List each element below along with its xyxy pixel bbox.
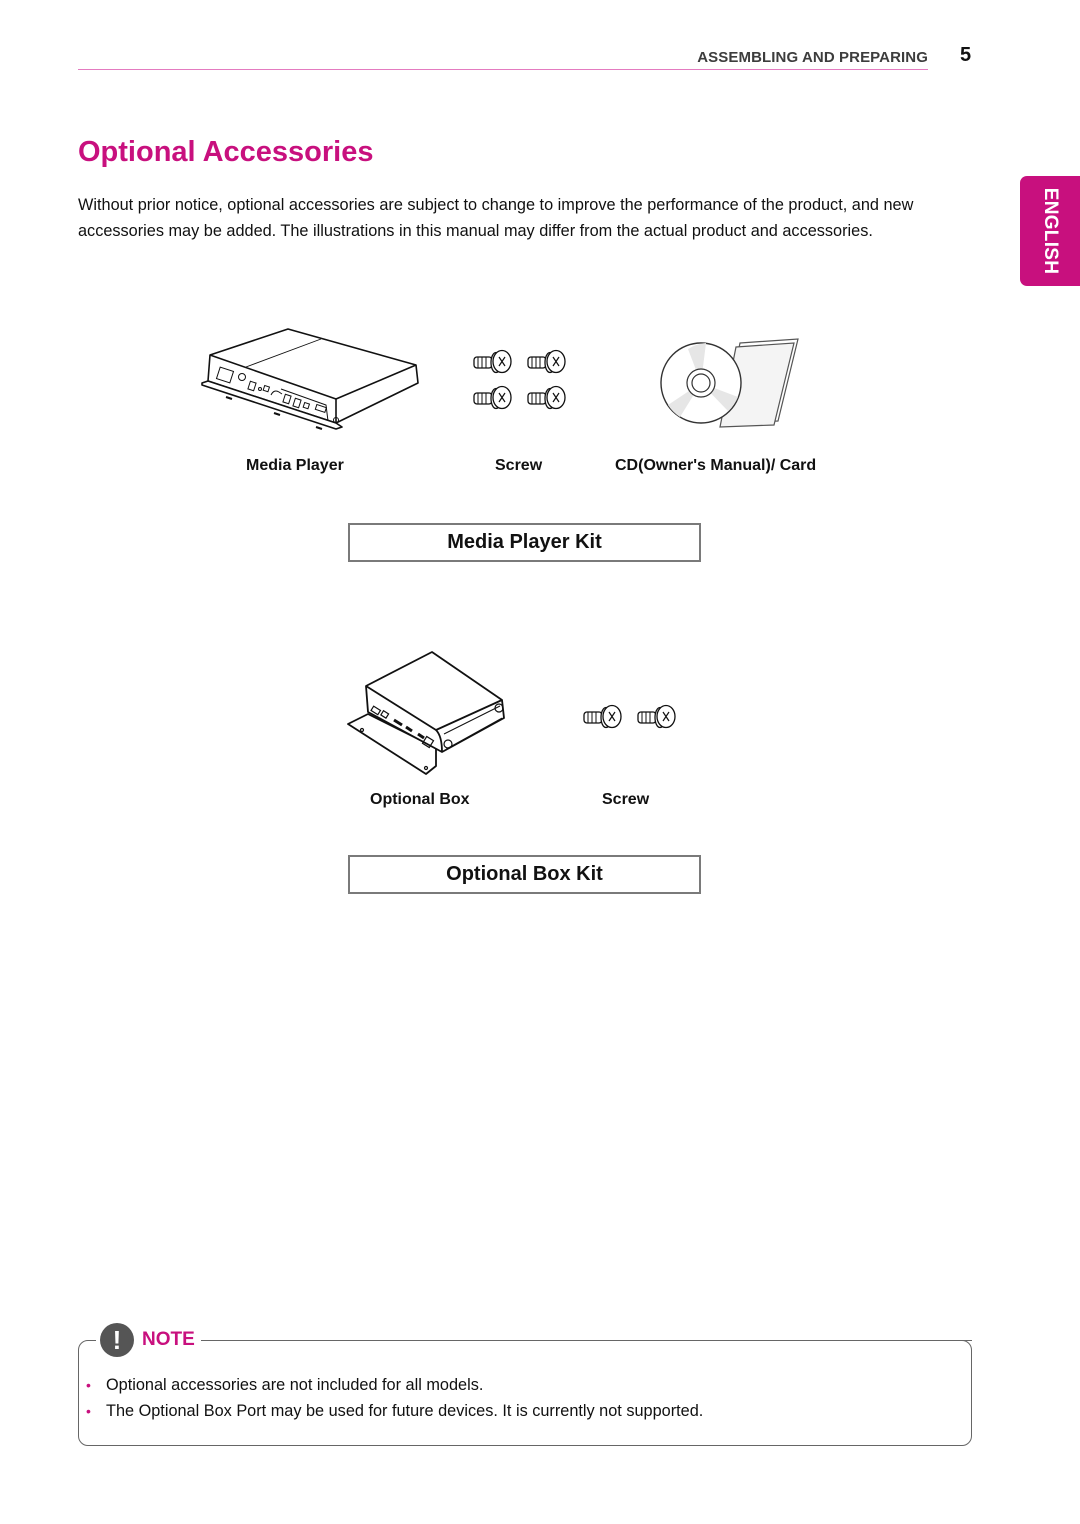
item-label-screw: Screw <box>495 457 543 474</box>
page-title: Optional Accessories <box>78 136 374 168</box>
kit-title-media-player: Media Player Kit <box>348 523 701 562</box>
language-tab: ENGLISH <box>1020 176 1080 286</box>
language-tab-label: ENGLISH <box>1040 187 1061 275</box>
item-label-media-player: Media Player <box>246 457 344 474</box>
kit-title-optional-box: Optional Box Kit <box>348 855 701 894</box>
cd-and-card-illustration <box>660 338 799 428</box>
optional-box-illustration <box>347 651 505 775</box>
intro-paragraph: Without prior notice, optional accessori… <box>78 196 914 240</box>
note-divider <box>228 1340 972 1341</box>
section-title: ASSEMBLING AND PREPARING <box>697 49 928 66</box>
header-divider <box>78 69 928 70</box>
note-item: • The Optional Box Port may be used for f… <box>86 1399 703 1425</box>
note-label: NOTE <box>142 1329 195 1350</box>
item-label-screw-2: Screw <box>602 791 650 808</box>
exclamation-icon: ! <box>100 1323 134 1357</box>
item-label-cd-card: CD(Owner's Manual)/ Card <box>615 457 817 474</box>
note-item: • Optional accessories are not included f… <box>86 1373 703 1399</box>
bullet-icon: • <box>86 1402 91 1419</box>
note-header: ! NOTE <box>96 1322 201 1358</box>
screw-set-4-illustration <box>473 349 566 410</box>
media-player-illustration <box>201 328 419 430</box>
bullet-icon: • <box>86 1377 91 1393</box>
note-list: • Optional accessories are not included f… <box>86 1373 703 1424</box>
screw-set-2-illustration <box>583 704 676 729</box>
page-number: 5 <box>960 44 972 66</box>
item-label-optional-box: Optional Box <box>370 791 470 808</box>
